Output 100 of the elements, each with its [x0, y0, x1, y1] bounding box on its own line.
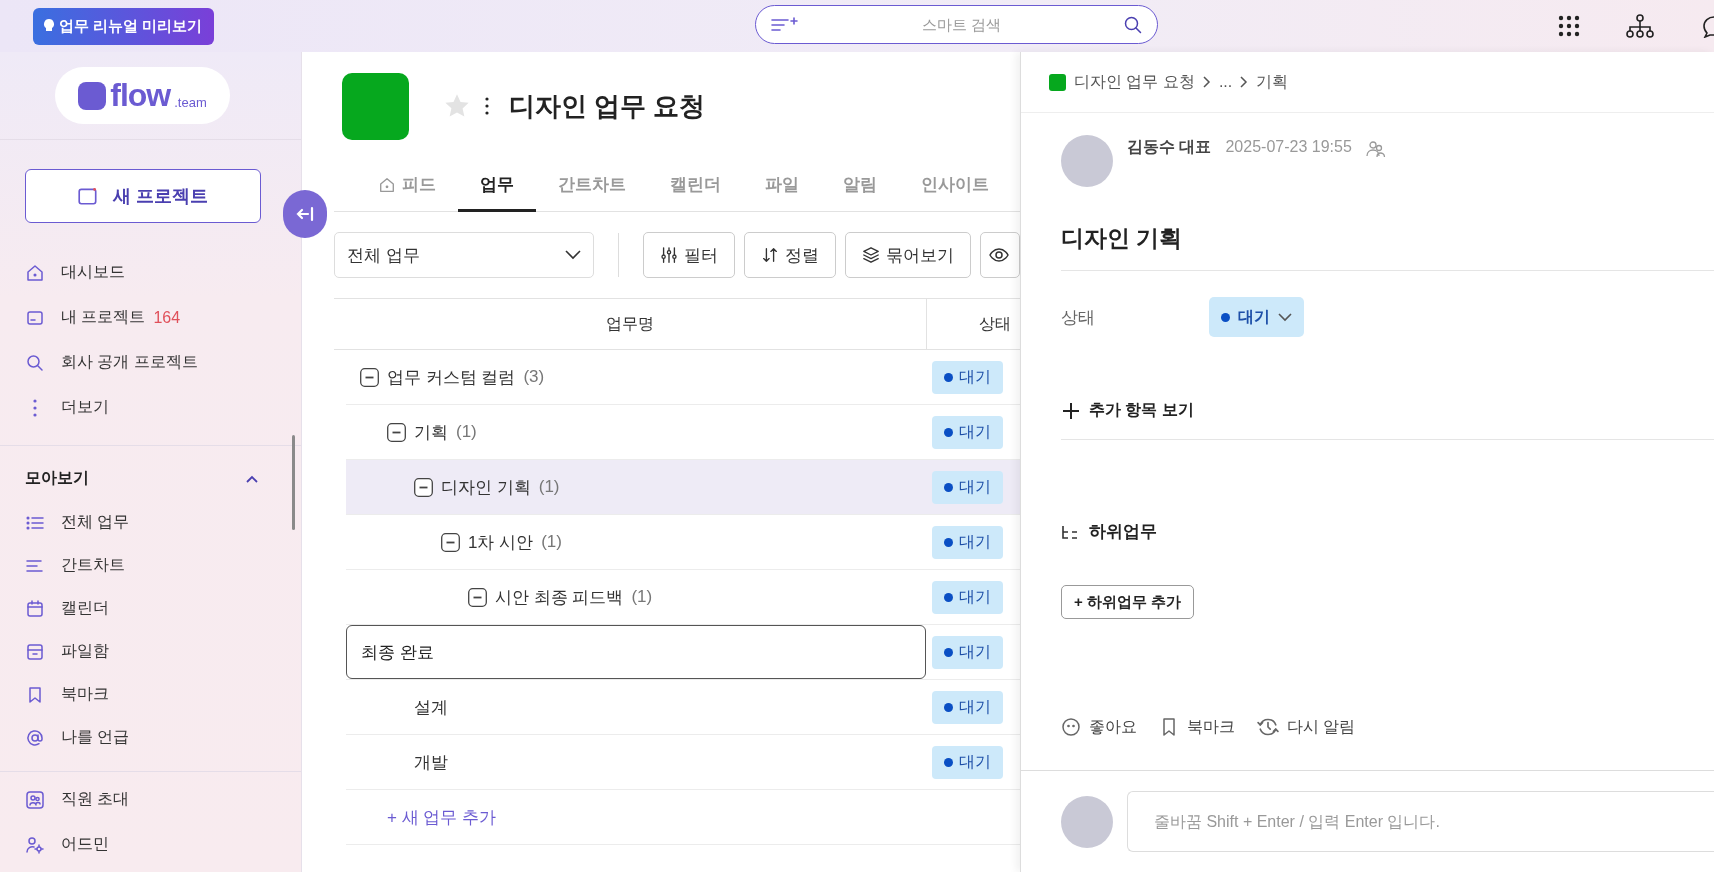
- task-name: 디자인 기획: [441, 476, 531, 499]
- sidebar-item[interactable]: 직원 초대: [0, 777, 301, 822]
- people-icon[interactable]: [1365, 140, 1386, 158]
- flow-logo[interactable]: flow.team: [55, 67, 230, 124]
- status-badge[interactable]: 대기: [932, 360, 1003, 394]
- sort-arrows-icon: [761, 246, 779, 264]
- status-dot: [1221, 312, 1230, 322]
- sidebar-item[interactable]: 파일함: [0, 630, 301, 673]
- table-row[interactable]: 개발 대기: [346, 735, 1020, 790]
- status-badge[interactable]: 대기: [932, 635, 1003, 669]
- chevron-right-icon: [1240, 76, 1249, 88]
- show-more-fields-button[interactable]: 추가 항목 보기: [1061, 399, 1714, 440]
- smiley-icon: [1061, 717, 1081, 737]
- field-label: 상태: [1061, 306, 1096, 329]
- sidebar-item[interactable]: 더보기: [0, 385, 301, 430]
- collapse-toggle[interactable]: [414, 477, 433, 497]
- preview-badge[interactable]: 업무 리뉴얼 미리보기: [33, 7, 215, 45]
- subtask-count: (1): [538, 477, 560, 497]
- sidebar-item[interactable]: 회사 공개 프로젝트: [0, 340, 301, 385]
- task-name: 개발: [414, 751, 448, 774]
- group-button[interactable]: 묶어보기: [845, 232, 971, 278]
- sidebar-item[interactable]: 북마크: [0, 673, 301, 716]
- avatar: [1061, 795, 1113, 848]
- clock-refresh-icon: [1257, 716, 1279, 738]
- table-row[interactable]: 업무 커스텀 컬럼 (3) 대기: [346, 350, 1020, 405]
- status-badge[interactable]: 대기: [932, 525, 1003, 559]
- comment-input[interactable]: 줄바꿈 Shift + Enter / 입력 Enter 입니다.: [1127, 791, 1714, 852]
- tab[interactable]: 업무: [458, 160, 536, 212]
- subtask-count: (3): [523, 367, 545, 387]
- task-title: 디자인 기획: [1061, 223, 1714, 271]
- selected-row[interactable]: 디자인 기획 (1) 대기: [346, 460, 1020, 515]
- subtask-count: (1): [541, 532, 562, 552]
- breadcrumb-link[interactable]: 기획: [1256, 71, 1289, 93]
- status-dropdown[interactable]: 대기: [1209, 297, 1304, 337]
- at-icon: [25, 727, 45, 748]
- project-color-icon: [342, 72, 409, 140]
- add-task-link[interactable]: + 새 업무 추가: [387, 805, 497, 829]
- subtask-count: (1): [631, 587, 653, 607]
- chevron-right-icon: [1202, 76, 1211, 88]
- sidebar-item[interactable]: 캘린더: [0, 587, 301, 630]
- column-header: 업무명: [606, 313, 654, 334]
- task-name: 시안 최종 피드백: [495, 586, 624, 609]
- like-button[interactable]: 좋아요: [1061, 716, 1137, 738]
- add-subtask-button[interactable]: + 하위업무 추가: [1061, 585, 1195, 619]
- org-chart-icon[interactable]: [1626, 14, 1654, 38]
- view-button[interactable]: [980, 232, 1020, 278]
- home-icon: [378, 175, 396, 194]
- more-icon[interactable]: [485, 97, 489, 115]
- invite-icon: [25, 789, 45, 810]
- admin-icon: [25, 834, 45, 855]
- chevron-down-icon: [1278, 312, 1292, 322]
- chevron-down-icon: [565, 250, 582, 260]
- arrow-left-bar-icon: [295, 206, 315, 222]
- view-select[interactable]: 전체 업무: [334, 232, 595, 278]
- table-row[interactable]: 1차 시안 (1) 대기: [346, 515, 1020, 570]
- status-badge[interactable]: 대기: [932, 415, 1003, 449]
- task-name: 기획: [414, 421, 448, 444]
- search-bar[interactable]: 스마트 검색: [755, 5, 1158, 44]
- task-name: 1차 시안: [468, 531, 534, 554]
- project-color-icon: [1049, 73, 1066, 91]
- task-name-input[interactable]: 최종 완료: [346, 625, 926, 679]
- sidebar-item[interactable]: 전체 업무: [0, 501, 301, 544]
- sparkle-list-icon: [770, 15, 800, 34]
- eye-icon: [989, 245, 1009, 265]
- table-row[interactable]: 설계 대기: [346, 680, 1020, 735]
- status-badge[interactable]: 대기: [932, 470, 1003, 504]
- sidebar-item[interactable]: 어드민: [0, 822, 301, 867]
- apps-grid-icon[interactable]: [1558, 15, 1580, 37]
- avatar: [1061, 135, 1113, 187]
- bookmark-button[interactable]: 북마크: [1159, 716, 1235, 738]
- table-row[interactable]: 최종 완료 대기: [346, 625, 1020, 680]
- home-icon: [25, 262, 45, 283]
- sidebar-item[interactable]: 나를 언급: [0, 716, 301, 759]
- project-title: 디자인 업무 요청: [509, 89, 706, 123]
- collapse-toggle[interactable]: [468, 587, 487, 607]
- breadcrumb-link[interactable]: 디자인 업무 요청: [1074, 71, 1195, 93]
- sidebar-item[interactable]: 내 프로젝트 164: [0, 295, 301, 340]
- breadcrumb-link[interactable]: ...: [1218, 73, 1233, 91]
- plus-icon: [1061, 400, 1081, 421]
- new-project-button[interactable]: 새 프로젝트: [25, 169, 261, 223]
- status-badge[interactable]: 대기: [932, 580, 1003, 614]
- status-badge[interactable]: 대기: [932, 690, 1003, 724]
- sidebar-item[interactable]: 간트차트: [0, 544, 301, 587]
- remind-button[interactable]: 다시 알림: [1257, 716, 1356, 738]
- collapse-toggle[interactable]: [387, 422, 406, 442]
- calendar-icon: [25, 598, 45, 619]
- collapse-toggle[interactable]: [441, 532, 460, 552]
- status-badge[interactable]: 대기: [932, 745, 1003, 779]
- smart-search-field[interactable]: 스마트 검색: [810, 15, 1113, 34]
- sidebar-item[interactable]: 대시보드: [0, 250, 301, 295]
- filter-button[interactable]: 필터: [643, 232, 735, 278]
- sort-button[interactable]: 정렬: [744, 232, 836, 278]
- task-name: 업무 커스텀 컬럼: [387, 366, 516, 389]
- subtasks-heading: 하위업무: [1089, 521, 1157, 543]
- collapse-toggle[interactable]: [360, 367, 379, 387]
- search-icon: [1123, 14, 1143, 35]
- chevron-up-icon[interactable]: [245, 473, 259, 484]
- subtask-icon: [1061, 524, 1079, 539]
- chat-icon[interactable]: [1700, 14, 1714, 38]
- layers-icon: [862, 246, 880, 264]
